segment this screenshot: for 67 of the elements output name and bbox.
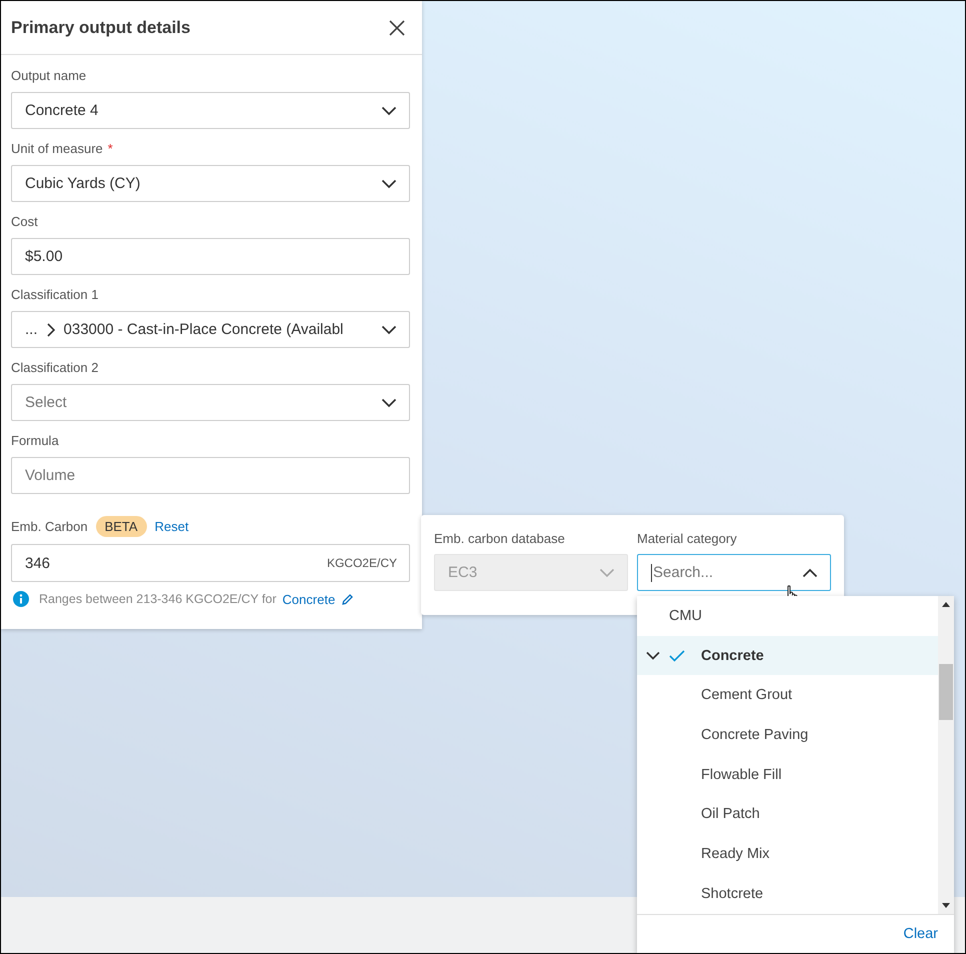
field-label: Output name: [11, 68, 86, 82]
field-value: 033000 - Cast-in-Place Concrete (Availabl: [64, 321, 344, 338]
category-option[interactable]: Cement Grout: [637, 675, 938, 716]
category-option[interactable]: CMU: [637, 596, 938, 636]
unit-label: KGCO2E/CY: [326, 556, 397, 570]
category-option[interactable]: Concrete Paving: [637, 715, 938, 755]
field-label: Formula: [11, 432, 59, 448]
chevron-up-icon: [802, 568, 818, 578]
chevron-right-icon: [46, 322, 56, 336]
option-label: Ready Mix: [701, 846, 770, 862]
field-label: Classification 1: [11, 286, 98, 302]
select-field[interactable]: Cubic Yards (CY): [11, 165, 410, 202]
panel-title: Primary output details: [11, 18, 190, 38]
category-option[interactable]: Shotcrete: [637, 874, 938, 914]
category-option[interactable]: Flowable Fill: [637, 754, 938, 794]
material-link[interactable]: Concrete: [282, 592, 336, 606]
beta-badge: BETA: [96, 516, 147, 536]
category-option[interactable]: Oil Patch: [637, 794, 938, 834]
option-label: Flowable Fill: [701, 766, 782, 783]
range-hint: Ranges between 213-346 KGCO2E/CY for: [39, 592, 276, 606]
carbon-field[interactable]: 346 KGCO2E/CY: [11, 544, 410, 582]
option-label: Oil Patch: [701, 806, 760, 822]
path-ellipsis: ...: [25, 321, 38, 338]
option-label: Concrete: [701, 648, 764, 664]
field-value: Concrete 4: [25, 102, 98, 119]
scroll-thumb[interactable]: [939, 664, 953, 720]
chevron-down-icon[interactable]: [646, 651, 660, 660]
option-label: Cement Grout: [701, 687, 792, 704]
text-field[interactable]: Volume: [11, 457, 410, 494]
select-field[interactable]: ... 033000 - Cast-in-Place Concrete (Availabl: [11, 311, 410, 348]
field-placeholder: Select: [25, 394, 67, 411]
field-placeholder: Volume: [25, 467, 76, 484]
chevron-down-icon: [381, 106, 397, 116]
option-label: Shotcrete: [701, 886, 764, 902]
option-label: Concrete Paving: [701, 726, 808, 743]
search-field[interactable]: Search...: [637, 554, 831, 591]
scrollbar[interactable]: [938, 596, 954, 914]
field-placeholder: Search...: [653, 564, 714, 581]
select-field[interactable]: Concrete 4: [11, 92, 410, 129]
scroll-down-icon[interactable]: [942, 903, 950, 908]
scroll-up-icon[interactable]: [942, 602, 950, 607]
field-value: EC3: [448, 564, 478, 581]
field-label: Classification 2: [11, 360, 98, 374]
category-option[interactable]: Concrete: [637, 636, 938, 676]
field-value: 346: [25, 554, 50, 572]
field-label: Material category: [637, 531, 738, 546]
text-field[interactable]: $5.00: [11, 238, 410, 275]
info-icon: [13, 591, 29, 607]
chevron-down-icon: [381, 398, 397, 408]
field-label: Cost: [11, 214, 38, 228]
field-value: Cubic Yards (CY): [25, 175, 140, 192]
field-label: Emb. Carbon: [11, 518, 88, 534]
chevron-down-icon: [381, 178, 397, 188]
reset-link[interactable]: Reset: [154, 518, 189, 534]
field-value: $5.00: [25, 248, 63, 265]
chevron-down-icon: [381, 324, 397, 334]
clear-link[interactable]: Clear: [903, 926, 938, 942]
chevron-down-icon: [599, 568, 615, 578]
required-mark: *: [108, 140, 113, 156]
field-label: Emb. carbon database: [434, 531, 566, 546]
field-label: Unit of measure: [11, 140, 103, 156]
category-option[interactable]: Ready Mix: [637, 834, 938, 874]
select-field[interactable]: Select: [11, 384, 410, 421]
option-label: CMU: [669, 608, 702, 624]
pencil-icon[interactable]: [341, 592, 354, 606]
checkmark-icon: [669, 650, 685, 662]
close-icon[interactable]: [388, 18, 406, 36]
